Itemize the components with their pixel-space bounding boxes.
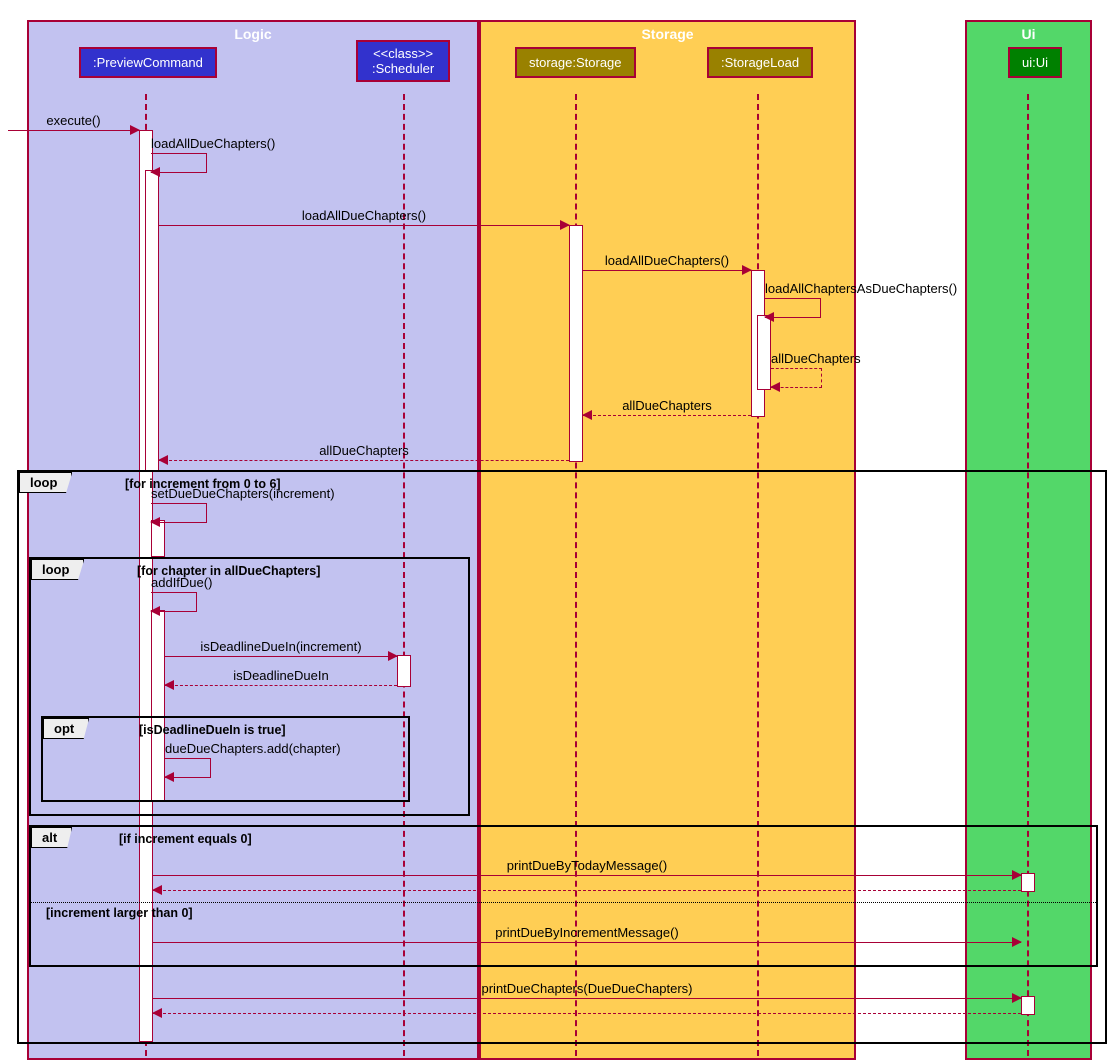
participant-ui: ui:Ui [1008,47,1062,78]
frame-opt: opt [isDeadlineDueIn is true] [41,716,410,802]
msg-load-self: loadAllDueChapters() [151,153,207,173]
frame-alt-guard1: [if increment equals 0] [119,832,252,846]
frame-alt: alt [if increment equals 0] [increment l… [29,825,1098,967]
frame-opt-guard: [isDeadlineDueIn is true] [139,723,286,737]
msg-load-sub-self-label: loadAllChaptersAsDueChapters() [765,281,957,296]
msg-add-if-due-label: addIfDue() [151,575,212,590]
msg-is-deadline-label: isDeadlineDueIn(increment) [200,639,361,654]
frame-loop-inner-op: loop [31,559,84,580]
msg-storage-to-load-label: loadAllDueChapters() [605,253,729,268]
msg-all-due-ret-self-label: allDueChapters [771,351,861,366]
msg-add-if-due: addIfDue() [151,592,197,612]
participant-scheduler: <<class>> :Scheduler [356,40,450,82]
region-storage-title: Storage [641,26,693,42]
msg-due-add: dueDueChapters.add(chapter) [165,758,211,778]
activation-preview-sub1 [145,170,159,472]
msg-print-today-label: printDueByTodayMessage() [507,858,667,873]
msg-load-to-storage-label: allDueChapters [622,398,712,413]
msg-print-chapters-label: printDueChapters(DueDueChapters) [482,981,693,996]
msg-set-due: setDueDueChapters(increment) [151,503,207,523]
msg-set-due-label: setDueDueChapters(increment) [151,486,335,501]
participant-preview-command: :PreviewCommand [79,47,217,78]
msg-is-deadline-ret-label: isDeadlineDueIn [233,668,328,683]
frame-alt-guard2: [increment larger than 0] [46,906,193,920]
msg-print-increment-label: printDueByIncrementMessage() [495,925,679,940]
participant-scheduler-stereo: <<class>> [373,46,433,61]
region-logic-title: Logic [234,26,271,42]
activation-load-sub [757,315,771,390]
region-ui-title: Ui [1022,26,1036,42]
frame-loop-outer-op: loop [19,472,72,493]
activation-storage [569,225,583,462]
msg-due-add-label: dueDueChapters.add(chapter) [165,741,341,756]
participant-scheduler-name: :Scheduler [372,61,434,76]
msg-preview-to-storage-label: loadAllDueChapters() [302,208,426,223]
msg-load-self-label: loadAllDueChapters() [151,136,275,151]
participant-storage: storage:Storage [515,47,636,78]
msg-storage-to-preview-label: allDueChapters [319,443,409,458]
frame-opt-op: opt [43,718,89,739]
frame-alt-op: alt [31,827,72,848]
msg-load-sub-self: loadAllChaptersAsDueChapters() [765,298,821,318]
msg-execute-label: execute() [46,113,100,128]
msg-all-due-ret-self: allDueChapters [771,368,822,388]
frame-alt-sep [31,902,1096,903]
participant-storage-load: :StorageLoad [707,47,813,78]
